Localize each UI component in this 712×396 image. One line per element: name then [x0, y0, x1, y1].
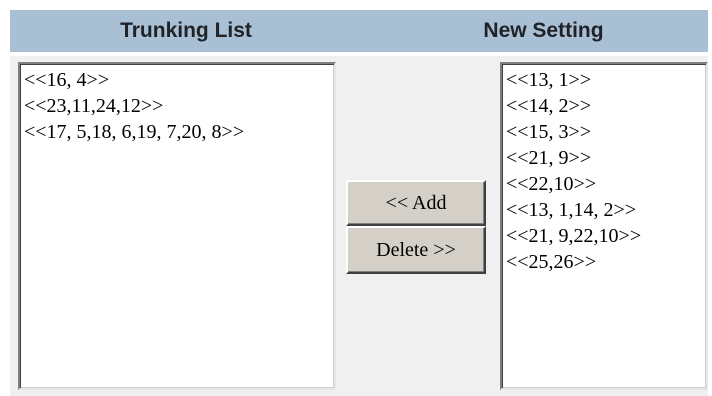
delete-button[interactable]: Delete >>: [346, 226, 486, 274]
new-setting-list-item[interactable]: <<21, 9>>: [506, 145, 702, 171]
new-setting-header: New Setting: [362, 10, 708, 52]
trunking-list-item[interactable]: <<16, 4>>: [24, 67, 330, 93]
new-setting-list-item[interactable]: <<14, 2>>: [506, 93, 702, 119]
new-setting-list-box[interactable]: <<13, 1>> <<14, 2>> <<15, 3>> <<21, 9>> …: [500, 62, 708, 390]
new-setting-list-item[interactable]: <<15, 3>>: [506, 119, 702, 145]
trunking-list-header: Trunking List: [10, 10, 362, 52]
new-setting-list-item[interactable]: <<13, 1>>: [506, 67, 702, 93]
new-setting-list-item[interactable]: <<25,26>>: [506, 249, 702, 275]
new-setting-list-item[interactable]: <<21, 9,22,10>>: [506, 223, 702, 249]
new-setting-list-item[interactable]: <<22,10>>: [506, 171, 702, 197]
add-button[interactable]: << Add: [346, 180, 486, 226]
trunking-list-box[interactable]: <<16, 4>> <<23,11,24,12>> <<17, 5,18, 6,…: [18, 62, 336, 390]
trunking-list-item[interactable]: <<23,11,24,12>>: [24, 93, 330, 119]
trunking-list-item[interactable]: <<17, 5,18, 6,19, 7,20, 8>>: [24, 119, 330, 145]
trunking-config-frame: Trunking List New Setting <<16, 4>> <<23…: [0, 0, 712, 396]
new-setting-list-item[interactable]: <<13, 1,14, 2>>: [506, 197, 702, 223]
